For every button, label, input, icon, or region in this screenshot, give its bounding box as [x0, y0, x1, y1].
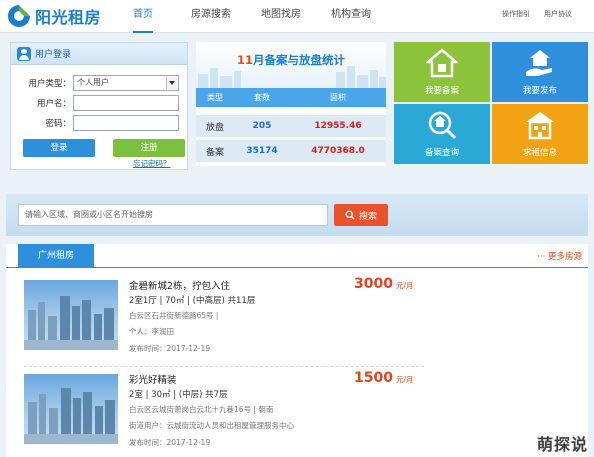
search-house-icon [428, 111, 457, 140]
building-icon [526, 112, 554, 140]
logo-text: 阳光租房 [35, 8, 102, 27]
row-area: 4770368.0 [311, 146, 365, 156]
top-header: 阳光租房 首页 房源搜索 地图找房 机构查询 操作指引 用户协议 [0, 0, 594, 33]
listing-address: 白云区石井街新德路65号 | [129, 311, 219, 320]
stats-banner: 11月备案与放盘统计 [196, 42, 386, 88]
tab-guangzhou-rent[interactable]: 广州租房 [18, 244, 94, 268]
tile-record[interactable]: 我要备案 [394, 42, 490, 102]
user-type-select[interactable]: 个人用户 [73, 75, 179, 91]
nav-map-search[interactable]: 地图找房 [261, 0, 301, 33]
password-row: 密码： [11, 115, 189, 131]
login-header: 用户登录 [11, 43, 187, 65]
item-divider [24, 366, 424, 367]
password-label: 密码： [45, 119, 71, 129]
nav-home[interactable]: 首页 [133, 0, 153, 33]
top-links: 操作指引 用户协议 [488, 9, 572, 19]
listing-price: 3000 元/月 [354, 276, 414, 292]
price-value: 3000 [354, 276, 393, 292]
stats-panel: 11月备案与放盘统计 类型 套数 面积 放盘 205 12955.46 备案 3… [196, 42, 386, 166]
listing-address: 白云区云城街萧岗白云北十九巷16号 | 朝南 [129, 405, 274, 414]
username-label: 用户名： [36, 99, 71, 109]
tile-rent-request-label: 求租信息 [522, 148, 557, 158]
stats-row-listing: 放盘 205 12955.46 [196, 115, 386, 137]
login-panel: 用户登录 用户类型： 个人用户 用户名： 密码： 登录 注册 忘记密码？ [10, 42, 188, 170]
listing-thumbnail[interactable] [24, 374, 118, 444]
tile-record-label: 我要备案 [424, 86, 459, 96]
tile-rent-request[interactable]: 求租信息 [492, 104, 588, 164]
register-button[interactable]: 注册 [113, 139, 185, 157]
main-nav: 首页 房源搜索 地图找房 机构查询 [120, 0, 401, 33]
agreement-link[interactable]: 用户协议 [544, 9, 572, 19]
list-item[interactable]: 金碧新城2栋，拧包入住 2室1厅 | 70㎡ | (中高层) 共11层 白云区石… [24, 276, 584, 362]
col-type: 类型 [207, 93, 223, 102]
tile-record-query-label: 备案查询 [424, 148, 459, 158]
site-logo[interactable]: 阳光租房 [6, 3, 101, 29]
username-row: 用户名： [11, 95, 189, 111]
listing-header: 广州租房 ··· 更多房源 [6, 244, 588, 268]
hand-house-icon [526, 50, 552, 76]
forgot-password-link[interactable]: 忘记密码？ [133, 158, 171, 169]
nav-agency-query[interactable]: 机构查询 [331, 0, 371, 33]
more-listings-link[interactable]: ··· 更多房源 [537, 250, 582, 262]
search-icon [345, 210, 355, 220]
tile-publish-label: 我要发布 [522, 86, 557, 96]
user-type-value: 个人用户 [77, 78, 109, 87]
user-type-row: 用户类型： 个人用户 [11, 75, 189, 91]
listing-date: 发布时间：2017-12-19 [129, 344, 211, 353]
user-icon [17, 46, 31, 61]
user-type-label: 用户类型： [28, 79, 71, 89]
search-input[interactable]: 请输入区域、商圈或小区名开始搜房 [18, 204, 328, 226]
listing-publisher: 个人：李润田 [129, 327, 174, 336]
search-bar: 请输入区域、商圈或小区名开始搜房 搜索 [6, 194, 588, 236]
skyline-graphic [198, 66, 386, 88]
col-area: 面积 [330, 93, 346, 102]
row-area: 12955.46 [314, 121, 362, 131]
price-unit: 元/月 [395, 281, 414, 290]
stats-row-record: 备案 35174 4770368.0 [196, 140, 386, 162]
row-count: 205 [252, 121, 272, 131]
search-button[interactable]: 搜索 [334, 204, 388, 226]
listing-price: 1500 元/月 [354, 370, 414, 386]
nav-house-search[interactable]: 房源搜索 [191, 0, 231, 33]
tile-publish[interactable]: 我要发布 [492, 42, 588, 102]
city-photo [24, 296, 118, 350]
listing-spec: 2室1厅 | 70㎡ | (中高层) 共11层 [129, 296, 256, 306]
row-count: 35174 [246, 146, 278, 156]
list-item[interactable]: 彩光好精装 2室 | 30㎡ | (中层) 共7层 白云区云城街萧岗白云北十九巷… [24, 370, 584, 456]
house-icon [426, 48, 458, 78]
city-photo [24, 388, 118, 444]
watermark-text: 萌探说 [536, 435, 588, 454]
row-type: 备案 [205, 147, 224, 158]
price-unit: 元/月 [395, 375, 414, 384]
stats-table-header: 类型 套数 面积 [196, 88, 386, 107]
row-type: 放盘 [205, 122, 224, 133]
listing-thumbnail[interactable] [24, 280, 118, 350]
col-count: 套数 [254, 93, 270, 102]
listing-panel: 广州租房 ··· 更多房源 金碧新城2栋，拧包入住 2室1厅 | 70㎡ | (… [6, 244, 588, 457]
login-title: 用户登录 [35, 50, 72, 60]
tile-record-query[interactable]: 备案查询 [394, 104, 490, 164]
listing-date: 发布时间：2017-12-19 [129, 438, 211, 447]
search-button-label: 搜索 [358, 211, 377, 222]
username-input[interactable] [73, 95, 179, 111]
guide-link[interactable]: 操作指引 [502, 9, 530, 19]
listing-publisher: 街道用户：云城街流动人员和出租屋管理服务中心 [129, 421, 294, 430]
listing-title[interactable]: 金碧新城2栋，拧包入住 [129, 278, 230, 292]
quick-tiles: 我要备案 我要发布 备案查询 求租信息 [394, 42, 588, 164]
chevron-down-icon[interactable] [166, 77, 177, 89]
password-input[interactable] [73, 115, 179, 131]
login-button[interactable]: 登录 [23, 139, 95, 157]
listing-spec: 2室 | 30㎡ | (中层) 共7层 [129, 390, 228, 400]
logo-icon [6, 3, 32, 29]
listing-title[interactable]: 彩光好精装 [129, 372, 177, 386]
price-value: 1500 [354, 370, 393, 386]
